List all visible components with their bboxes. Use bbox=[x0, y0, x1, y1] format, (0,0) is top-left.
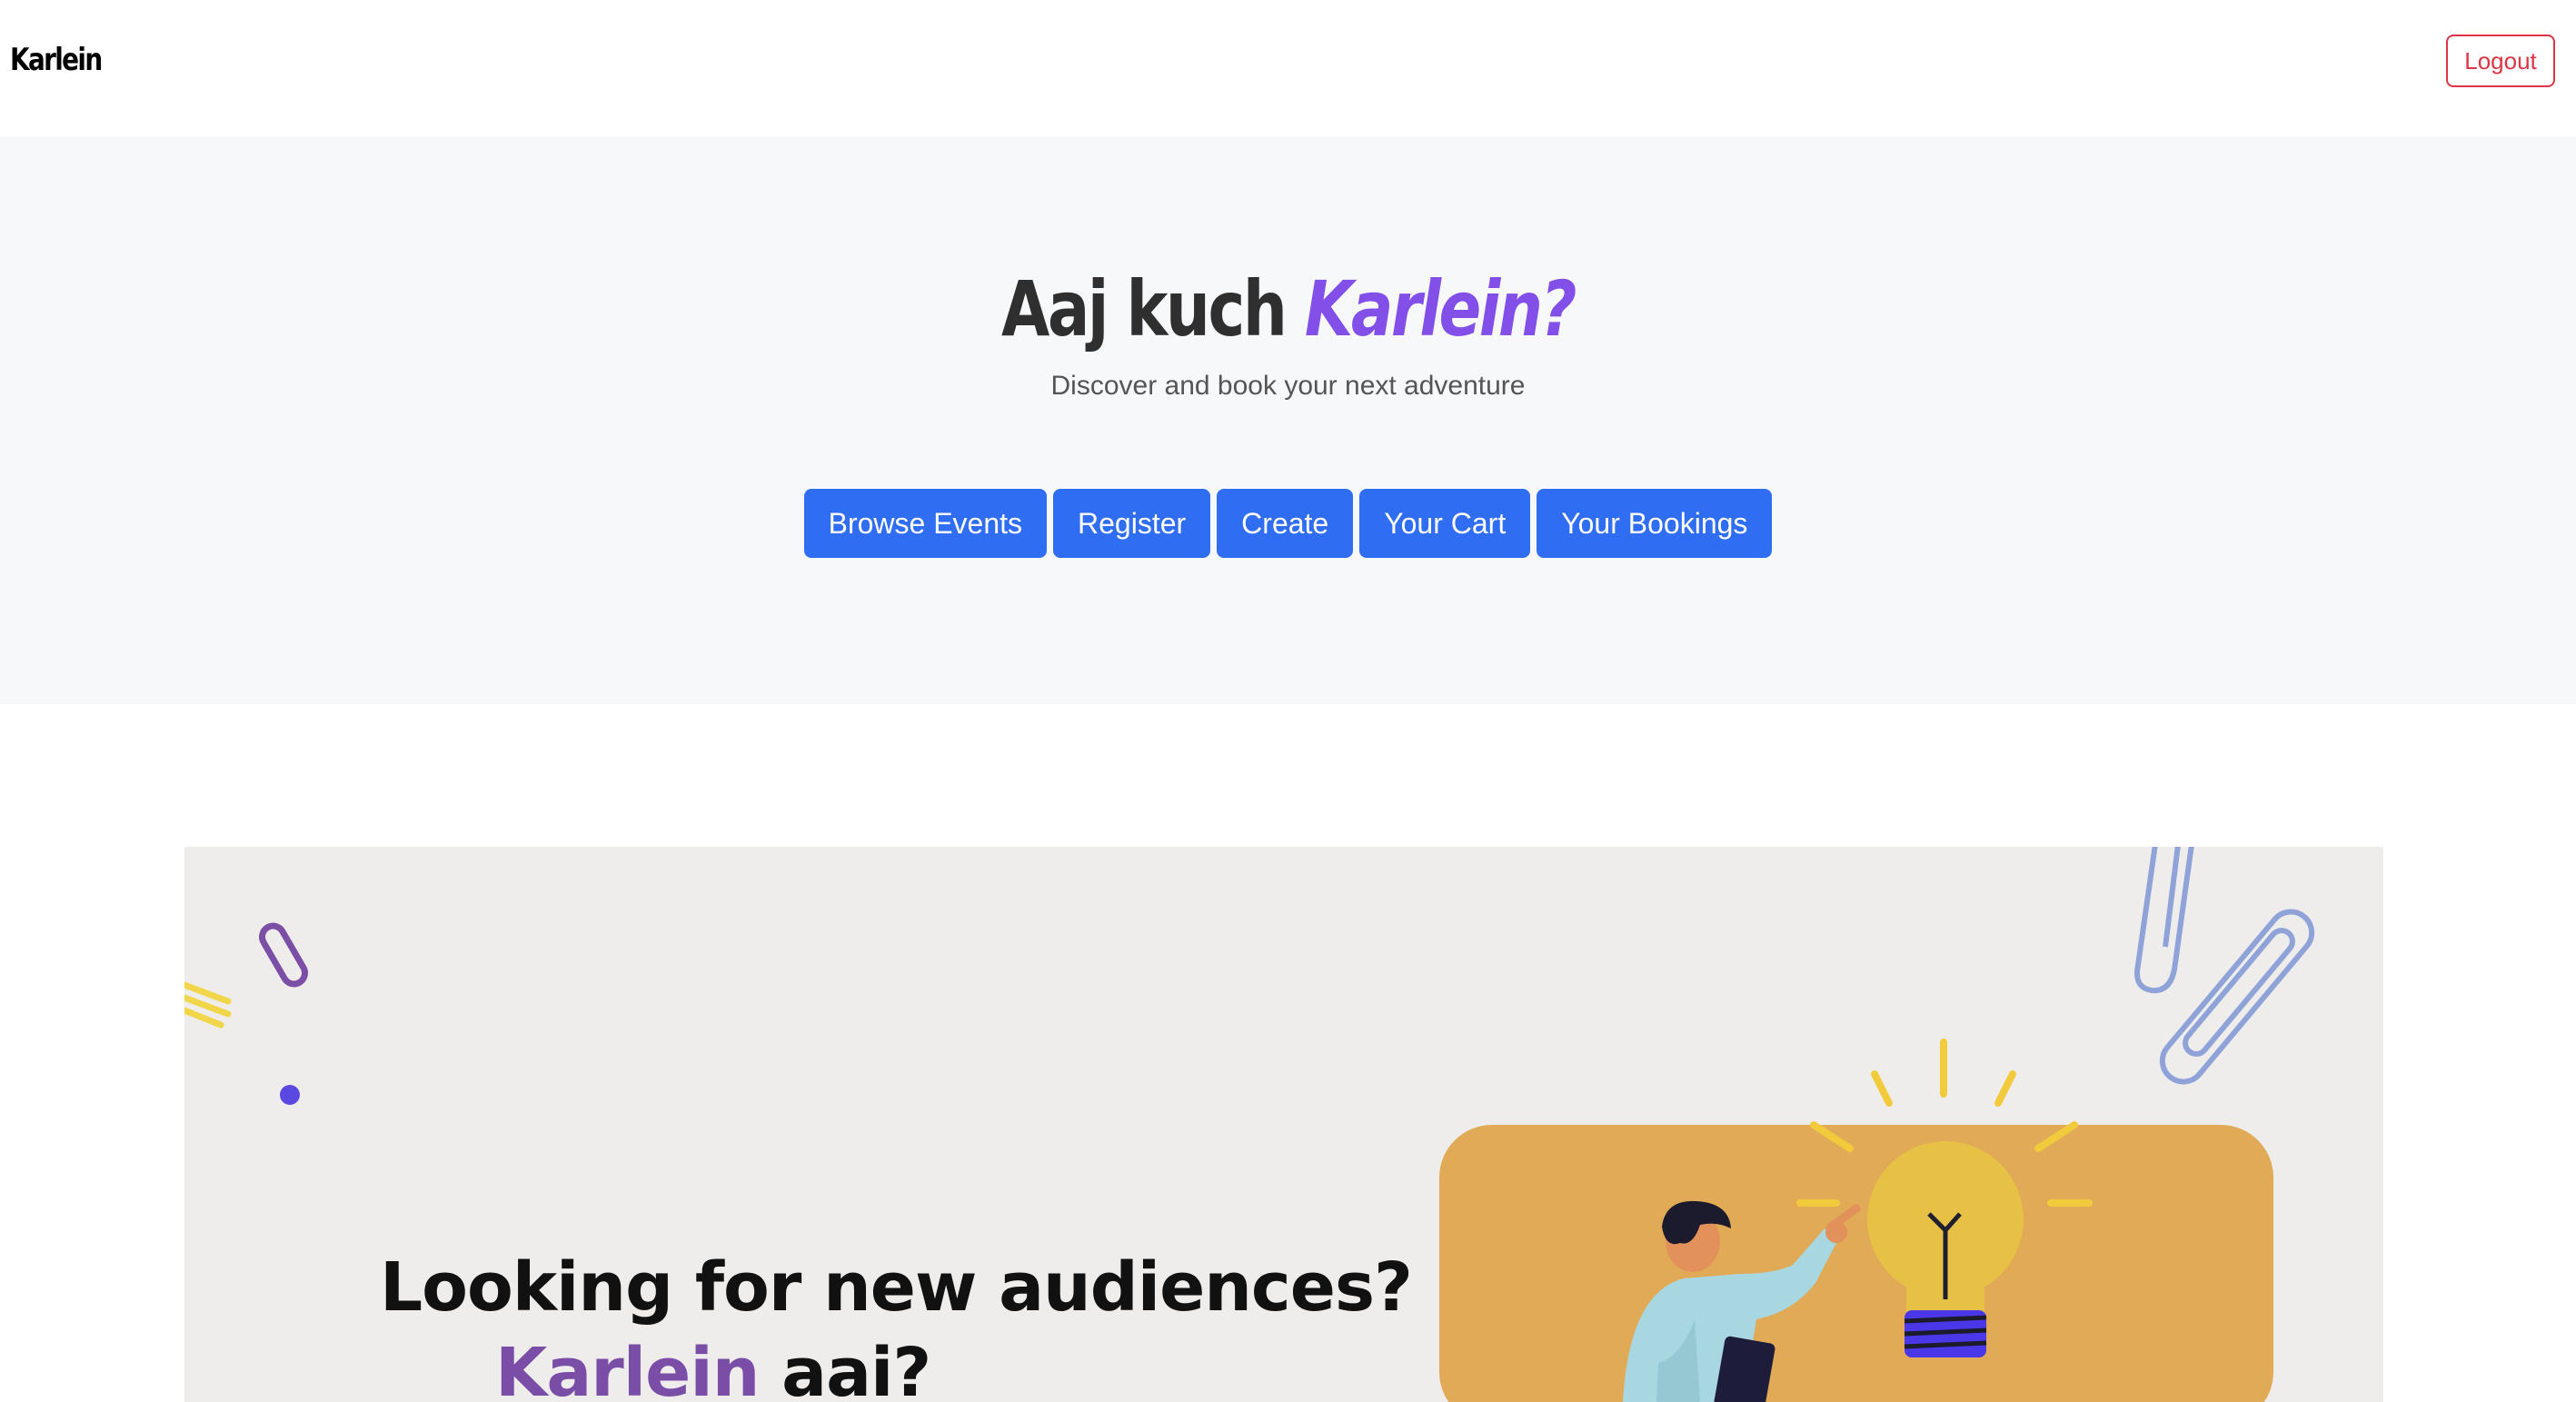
create-button[interactable]: Create bbox=[1217, 489, 1354, 558]
banner-subheadline: Karlein aai? bbox=[495, 1334, 931, 1402]
hero-section: Aaj kuch Karlein? Discover and book your… bbox=[0, 136, 2576, 704]
dash-marks-icon bbox=[184, 981, 232, 1029]
promo-banner: Looking for new audiences? Karlein aai? bbox=[184, 847, 2383, 1402]
hero-title-accent: Karlein? bbox=[1304, 264, 1577, 353]
logout-button[interactable]: Logout bbox=[2446, 35, 2555, 87]
dot-icon bbox=[280, 1085, 300, 1105]
banner-brand-accent: Karlein bbox=[495, 1334, 760, 1402]
paperclips-icon bbox=[2134, 847, 2315, 1085]
banner-sub-rest: aai? bbox=[781, 1334, 931, 1402]
illustration-panel bbox=[1439, 1125, 2273, 1402]
hero-button-group: Browse Events Register Create Your Cart … bbox=[0, 489, 2576, 558]
hero-title: Aaj kuch Karlein? bbox=[232, 271, 2344, 347]
your-bookings-button[interactable]: Your Bookings bbox=[1537, 489, 1773, 558]
hero-title-prefix: Aaj kuch bbox=[1000, 264, 1288, 353]
your-cart-button[interactable]: Your Cart bbox=[1359, 489, 1531, 558]
paperclip-icon bbox=[259, 922, 308, 988]
top-navbar: Karlein Logout bbox=[0, 0, 2576, 136]
browse-events-button[interactable]: Browse Events bbox=[803, 489, 1048, 558]
banner-headline: Looking for new audiences? bbox=[380, 1248, 1413, 1327]
brand-logo[interactable]: Karlein bbox=[10, 42, 103, 78]
register-button[interactable]: Register bbox=[1053, 489, 1211, 558]
hero-subtitle: Discover and book your next adventure bbox=[1050, 371, 1526, 401]
